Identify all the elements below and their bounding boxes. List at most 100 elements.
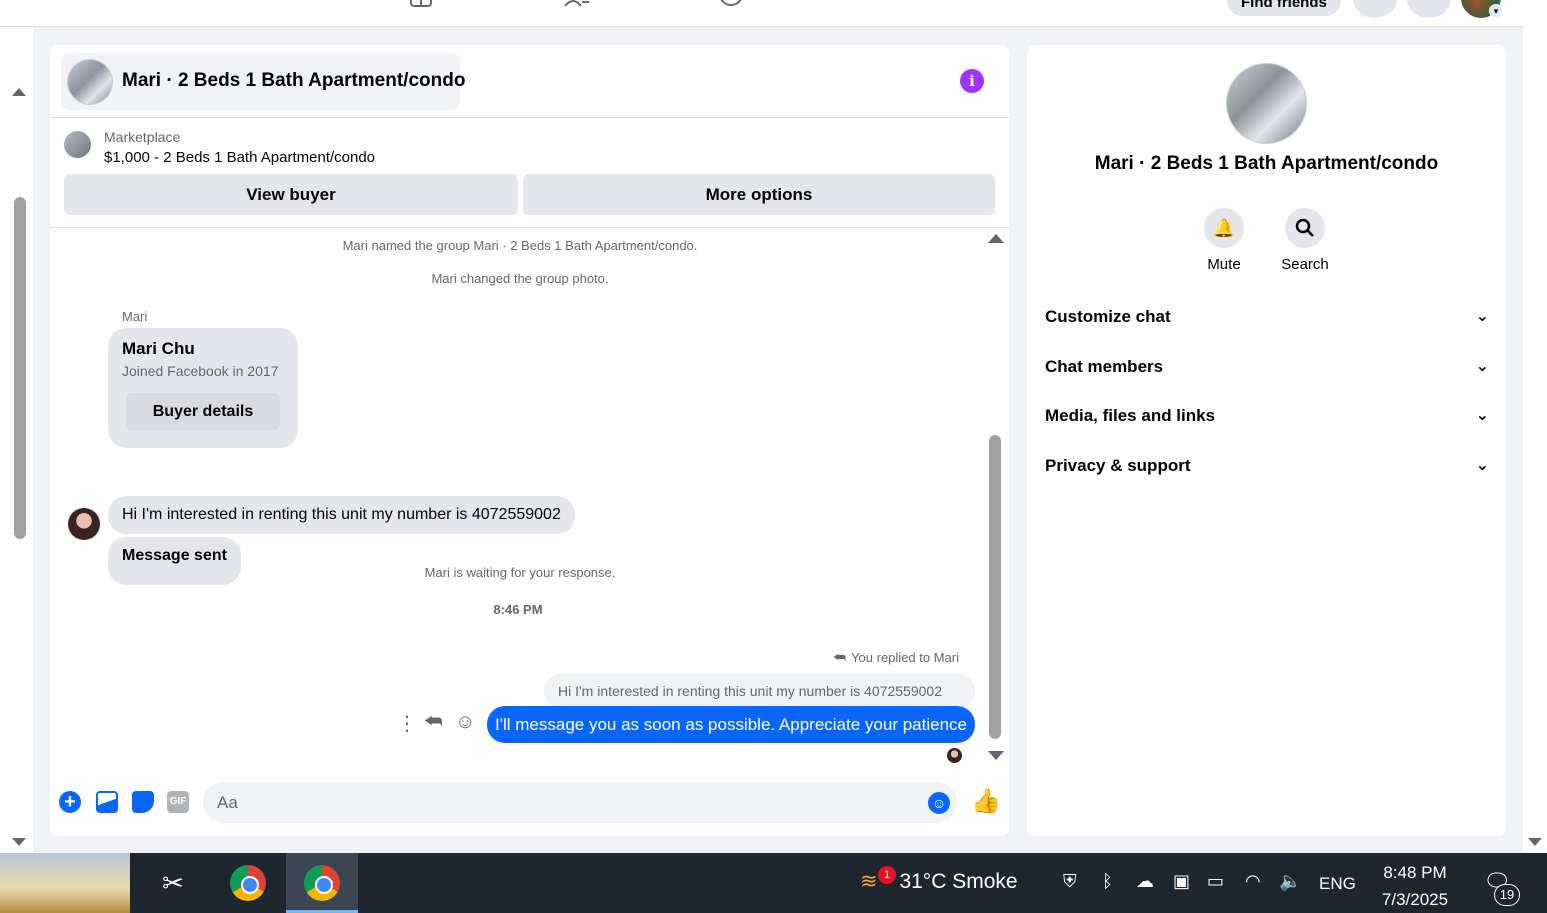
quoted-message[interactable]: Hi I'm interested in renting this unit m… xyxy=(544,674,975,708)
snipping-tool-icon[interactable]: ✂ xyxy=(137,853,209,913)
system-clock[interactable]: 8:48 PM 7/3/2025 xyxy=(1372,859,1458,913)
privacy-support-section[interactable]: Privacy & support ⌄ xyxy=(1045,446,1489,486)
gif-icon[interactable]: GIF xyxy=(167,791,189,813)
groups-icon[interactable] xyxy=(563,0,589,8)
weather-badge: 1 xyxy=(878,866,896,884)
chat-members-section[interactable]: Chat members ⌄ xyxy=(1045,347,1489,387)
view-buyer-button[interactable]: View buyer xyxy=(64,174,518,215)
language-indicator[interactable]: ENG xyxy=(1319,874,1356,894)
more-options-button[interactable]: More options xyxy=(523,174,995,215)
chat-panel: Mari · 2 Beds 1 Bath Apartment/condo i M… xyxy=(50,45,1009,836)
customize-chat-section[interactable]: Customize chat ⌄ xyxy=(1045,297,1489,337)
chat-info-panel: Mari · 2 Beds 1 Bath Apartment/condo 🔔 M… xyxy=(1027,45,1506,836)
message-input[interactable] xyxy=(203,782,957,823)
marketplace-listing: Marketplace $1,000 - 2 Beds 1 Bath Apart… xyxy=(50,118,1009,228)
scroll-thumb[interactable] xyxy=(14,197,26,539)
windows-taskbar: ✂ ≋ 31°C Smoke 1 ⛨ ᛒ ☁ ▣ ▭ ◠ 🔈 ENG 8:48 … xyxy=(0,853,1547,913)
sender-avatar[interactable] xyxy=(68,508,100,540)
section-label: Media, files and links xyxy=(1045,406,1216,425)
chrome-profile-icon[interactable] xyxy=(286,853,358,913)
mute-button[interactable]: 🔔 Mute xyxy=(1194,208,1254,273)
chat-title: Mari · 2 Beds 1 Bath Apartment/condo xyxy=(122,70,466,91)
media-files-links-section[interactable]: Media, files and links ⌄ xyxy=(1045,396,1489,436)
scroll-down-arrow[interactable] xyxy=(1528,838,1542,846)
battery-icon[interactable]: ▭ xyxy=(1207,871,1224,892)
chevron-down-icon: ⌄ xyxy=(1475,308,1489,325)
page-scrollbar[interactable] xyxy=(0,27,33,853)
chat-header: Mari · 2 Beds 1 Bath Apartment/condo i xyxy=(50,45,1009,118)
buyer-details-button[interactable]: Buyer details xyxy=(126,393,280,430)
bluetooth-icon[interactable]: ᛒ xyxy=(1102,871,1113,892)
message-bubble[interactable]: Hi I'm interested in renting this unit m… xyxy=(108,496,575,534)
chevron-down-icon: ⌄ xyxy=(1475,457,1489,474)
mute-label: Mute xyxy=(1207,256,1241,273)
reply-icon: ⮪ xyxy=(833,649,847,665)
chat-scroll-thumb[interactable] xyxy=(989,435,1001,739)
profile-icon[interactable] xyxy=(718,0,744,8)
waiting-notice: Mari is waiting for your response. xyxy=(424,565,616,580)
chat-title-button[interactable]: Mari · 2 Beds 1 Bath Apartment/condo xyxy=(61,53,465,110)
emoji-icon[interactable]: ☺ xyxy=(928,792,950,814)
section-label: Chat members xyxy=(1045,357,1164,376)
chevron-down-icon: ⌄ xyxy=(1475,358,1489,375)
gaming-icon[interactable] xyxy=(408,0,434,8)
section-label: Privacy & support xyxy=(1045,456,1191,475)
marketplace-label: Marketplace xyxy=(104,129,181,145)
meet-now-icon[interactable]: ▣ xyxy=(1173,871,1190,892)
reply-indicator: ⮪ You replied to Mari xyxy=(833,649,959,666)
chat-scroll-up-arrow[interactable] xyxy=(988,234,1004,243)
find-friends-button[interactable]: Find friends xyxy=(1227,0,1341,16)
volume-icon[interactable]: 🔈 xyxy=(1279,871,1301,892)
buyer-card: Mari Chu Joined Facebook in 2017 Buyer d… xyxy=(108,328,298,448)
group-photo xyxy=(67,59,113,105)
start-button[interactable] xyxy=(0,853,130,913)
window-right-scrollbar[interactable] xyxy=(1523,0,1547,853)
listing-title[interactable]: $1,000 - 2 Beds 1 Bath Apartment/condo xyxy=(104,149,375,166)
more-actions-icon[interactable]: ⋮ xyxy=(397,711,417,736)
notification-count: 19 xyxy=(1494,884,1520,906)
system-message: Mari named the group Mari · 2 Beds 1 Bat… xyxy=(342,238,698,253)
wifi-icon[interactable]: ◠ xyxy=(1245,871,1261,892)
outgoing-message[interactable]: I'll message you as soon as possible. Ap… xyxy=(487,706,975,743)
message-thread: Mari named the group Mari · 2 Beds 1 Bat… xyxy=(50,228,1009,768)
section-label: Customize chat xyxy=(1045,307,1171,326)
reply-label: You replied to Mari xyxy=(851,650,959,665)
sticker-icon[interactable] xyxy=(132,791,154,813)
scroll-up-arrow[interactable] xyxy=(12,88,26,96)
clock-date: 7/3/2025 xyxy=(1381,890,1449,909)
chat-scroll-down-arrow[interactable] xyxy=(988,751,1004,760)
reply-icon[interactable]: ⮪ xyxy=(424,711,443,734)
search-label: Search xyxy=(1281,256,1329,273)
buyer-joined: Joined Facebook in 2017 xyxy=(122,363,279,379)
react-icon[interactable]: ☺ xyxy=(455,711,475,734)
security-shield-icon[interactable]: ⛨ xyxy=(1063,871,1077,892)
chrome-icon[interactable] xyxy=(212,853,284,913)
sender-name: Mari xyxy=(122,309,148,324)
weather-text: 31°C Smoke xyxy=(899,870,1018,893)
top-navbar: Find friends ▾ xyxy=(0,0,1523,27)
clock-time: 8:48 PM xyxy=(1383,863,1447,882)
photo-icon[interactable] xyxy=(96,791,118,813)
chevron-down-icon: ⌄ xyxy=(1475,407,1489,424)
plus-icon[interactable]: + xyxy=(59,791,81,813)
account-avatar[interactable]: ▾ xyxy=(1461,0,1503,18)
info-title: Mari · 2 Beds 1 Bath Apartment/condo xyxy=(1094,153,1439,174)
search-button[interactable]: Search xyxy=(1275,208,1335,273)
like-icon[interactable]: 👍 xyxy=(971,787,1001,816)
menu-grid-icon[interactable] xyxy=(1353,0,1397,18)
timestamp: 8:46 PM xyxy=(493,602,543,617)
read-receipt-avatar xyxy=(947,748,962,763)
message-composer: + GIF ☺ 👍 xyxy=(50,775,1009,833)
group-photo[interactable] xyxy=(1226,63,1307,144)
onedrive-icon[interactable]: ☁ xyxy=(1136,871,1154,892)
notifications-icon[interactable] xyxy=(1407,0,1451,18)
weather-icon: ≋ xyxy=(860,870,878,893)
system-message: Mari changed the group photo. xyxy=(431,271,609,286)
chevron-down-icon: ▾ xyxy=(1489,4,1503,18)
bell-icon: 🔔 xyxy=(1204,208,1244,248)
buyer-name: Mari Chu xyxy=(122,339,195,358)
info-icon[interactable]: i xyxy=(960,69,984,93)
search-icon xyxy=(1285,208,1325,248)
scroll-down-arrow[interactable] xyxy=(12,838,26,846)
listing-thumbnail xyxy=(64,131,91,158)
